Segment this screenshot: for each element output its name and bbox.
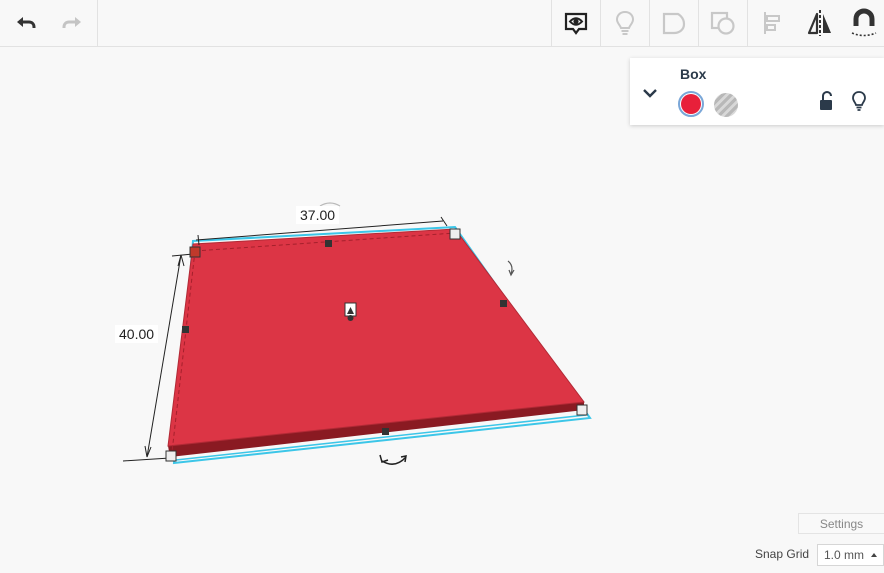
toggle-visibility-button[interactable] [601, 0, 649, 46]
width-dimension-label[interactable]: 37.00 [296, 206, 340, 224]
edge-handle[interactable] [382, 428, 389, 435]
ungroup-icon [710, 11, 735, 35]
scene [122, 202, 592, 465]
show-all-button[interactable] [552, 0, 600, 46]
edge-handle[interactable] [325, 240, 332, 247]
magnet-icon [851, 8, 877, 37]
main-toolbar [0, 0, 884, 47]
cruise-button[interactable] [840, 0, 884, 46]
workplane-canvas[interactable]: 37.00 40.00 [0, 47, 884, 568]
settings-button[interactable]: Settings [798, 513, 884, 534]
corner-handle[interactable] [165, 450, 177, 462]
align-icon [764, 12, 780, 34]
snap-grid-select[interactable]: 1.0 mm [817, 544, 884, 566]
caret-up-icon [871, 553, 877, 557]
corner-handle[interactable] [449, 228, 461, 240]
group-icon [662, 12, 686, 35]
length-dimension-label[interactable]: 40.00 [115, 325, 159, 343]
redo-icon [62, 17, 81, 28]
corner-handle[interactable] [189, 246, 201, 258]
redo-button[interactable] [48, 0, 96, 46]
corner-handle[interactable] [576, 404, 588, 416]
edge-handle[interactable] [500, 300, 507, 307]
mirror-icon [807, 10, 831, 36]
undo-icon [17, 17, 36, 28]
undo-button[interactable] [2, 0, 50, 46]
group-button[interactable] [650, 0, 698, 46]
edge-handle[interactable] [182, 326, 189, 333]
snap-grid-label: Snap Grid [755, 547, 810, 561]
eye-icon [564, 12, 588, 35]
mirror-button[interactable] [796, 0, 844, 46]
snap-grid-value: 1.0 mm [824, 548, 865, 562]
align-button[interactable] [748, 0, 796, 46]
lightbulb-icon [615, 10, 635, 35]
ungroup-button[interactable] [699, 0, 747, 46]
